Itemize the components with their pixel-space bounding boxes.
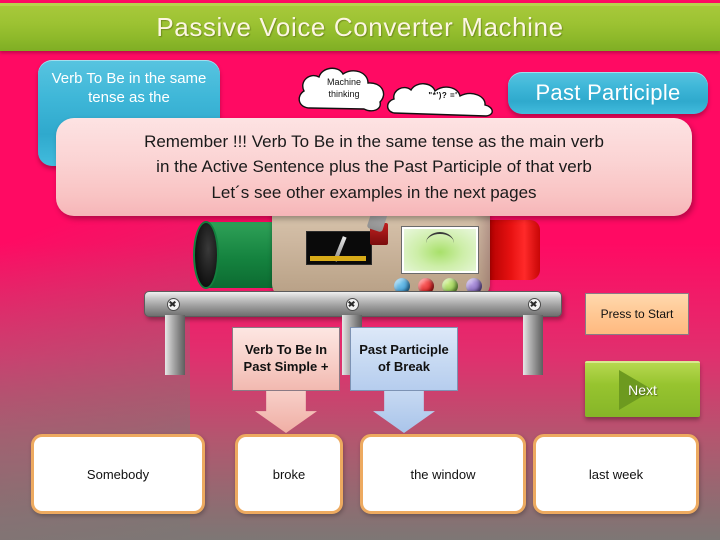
gauge-bar bbox=[310, 256, 366, 261]
machine-shelf bbox=[144, 291, 562, 317]
arrow-label: Verb To Be In Past Simple + bbox=[232, 327, 340, 391]
press-to-start-button[interactable]: Press to Start bbox=[585, 293, 689, 335]
down-arrow-icon bbox=[255, 391, 317, 433]
next-button[interactable]: Next bbox=[585, 361, 700, 417]
slide-canvas: Passive Voice Converter Machine Verb To … bbox=[0, 0, 720, 540]
arrow-verb-to-be[interactable]: Verb To Be In Past Simple + bbox=[232, 327, 340, 433]
cloud-label: "*')? =' bbox=[428, 91, 458, 100]
page-title: Passive Voice Converter Machine bbox=[156, 11, 564, 42]
screw-icon bbox=[346, 298, 359, 311]
machine-output-tube bbox=[488, 220, 540, 280]
past-participle-box[interactable]: Past Participle bbox=[508, 72, 708, 114]
machine-screen bbox=[402, 227, 478, 273]
screw-icon bbox=[528, 298, 541, 311]
remember-callout: Remember !!! Verb To Be in the same tens… bbox=[56, 118, 692, 216]
down-arrow-icon bbox=[373, 391, 435, 433]
card-last-week[interactable]: last week bbox=[533, 434, 699, 514]
remember-line-1: Remember !!! Verb To Be in the same tens… bbox=[144, 131, 604, 151]
card-somebody[interactable]: Somebody bbox=[31, 434, 205, 514]
symbols-cloud: "*')? =' bbox=[384, 80, 502, 118]
cloud-label: Machine thinking bbox=[326, 77, 362, 100]
tube-opening-icon bbox=[193, 221, 219, 289]
arrow-stem bbox=[232, 391, 340, 433]
remember-line-2: in the Active Sentence plus the Past Par… bbox=[156, 157, 592, 177]
arrow-label: Past Participle of Break bbox=[350, 327, 458, 391]
next-button-label: Next bbox=[628, 382, 657, 398]
card-the-window[interactable]: the window bbox=[360, 434, 526, 514]
title-bar: Passive Voice Converter Machine bbox=[0, 3, 720, 51]
shelf-leg bbox=[523, 315, 543, 375]
arrow-past-participle[interactable]: Past Participle of Break bbox=[350, 327, 458, 433]
screen-face-icon bbox=[426, 232, 454, 243]
shelf-leg bbox=[165, 315, 185, 375]
screw-icon bbox=[167, 298, 180, 311]
remember-line-3: Let´s see other examples in the next pag… bbox=[211, 182, 537, 202]
machine-gauge bbox=[306, 231, 372, 265]
machine-thinking-cloud: Machine thinking bbox=[296, 64, 392, 114]
arrow-stem bbox=[350, 391, 458, 433]
card-broke[interactable]: broke bbox=[235, 434, 343, 514]
machine-body[interactable] bbox=[272, 191, 490, 298]
